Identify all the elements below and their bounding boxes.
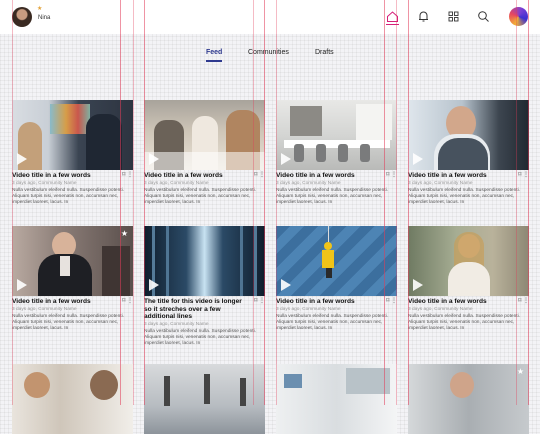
play-icon: [149, 279, 159, 291]
video-title: Video title in a few words: [144, 172, 223, 179]
video-description: Nulla vestibulum eleifend nulla. Suspend…: [144, 328, 256, 346]
play-icon: [281, 153, 291, 165]
star-icon: ★: [120, 229, 128, 238]
video-card-partial[interactable]: [144, 364, 265, 434]
video-title: Video title in a few words: [12, 298, 91, 305]
video-title: The title for this video is longer so it…: [144, 298, 242, 320]
play-icon: [281, 279, 291, 291]
bookmark-icon[interactable]: ⌑: [518, 298, 521, 304]
bookmark-icon[interactable]: ⌑: [518, 172, 521, 178]
video-meta: 3 days ago, Community Name: [144, 321, 209, 327]
video-description: Nulla vestibulum eleifend nulla. Suspend…: [144, 187, 256, 205]
video-meta: 3 days ago, Community Name: [408, 180, 473, 186]
video-meta: 3 days ago, Community Name: [276, 306, 341, 312]
video-thumbnail[interactable]: [276, 226, 397, 296]
video-description: Nulla vestibulum eleifend nulla. Suspend…: [408, 313, 520, 331]
search-icon[interactable]: [477, 10, 490, 23]
video-thumbnail[interactable]: [408, 100, 529, 170]
video-title: Video title in a few words: [12, 172, 91, 179]
more-vertical-icon[interactable]: ⋮: [127, 172, 133, 178]
bookmark-icon[interactable]: ⌑: [386, 298, 389, 304]
bookmark-icon[interactable]: ⌑: [122, 298, 125, 304]
video-card[interactable]: Video title in a few words ⌑ ⋮ 3 days ago…: [144, 100, 265, 206]
more-vertical-icon[interactable]: ⋮: [523, 298, 529, 304]
tab-communities[interactable]: Communities: [248, 49, 289, 56]
video-description: Nulla vestibulum eleifend nulla. Suspend…: [408, 187, 520, 205]
video-card[interactable]: The title for this video is longer so it…: [144, 226, 265, 347]
video-meta: 3 days ago, Community Name: [408, 306, 473, 312]
tab-feed[interactable]: Feed: [206, 49, 222, 56]
tab-active-underline: [206, 60, 222, 62]
video-thumbnail[interactable]: [276, 100, 397, 170]
star-icon: ★: [516, 367, 524, 376]
home-icon[interactable]: [386, 10, 399, 23]
video-title: Video title in a few words: [408, 298, 487, 305]
play-icon: [17, 153, 27, 165]
bell-icon[interactable]: [417, 10, 430, 23]
play-icon: [413, 279, 423, 291]
video-description: Nulla vestibulum eleifend nulla. Suspend…: [276, 313, 388, 331]
video-thumbnail[interactable]: ★: [408, 364, 529, 434]
bookmark-icon[interactable]: ⌑: [254, 298, 257, 304]
video-title: Video title in a few words: [408, 172, 487, 179]
play-icon: [17, 279, 27, 291]
video-thumbnail[interactable]: [408, 226, 529, 296]
video-card-partial[interactable]: [276, 364, 397, 434]
video-card-partial[interactable]: [12, 364, 133, 434]
more-vertical-icon[interactable]: ⋮: [391, 172, 397, 178]
video-meta: 3 days ago, Community Name: [276, 180, 341, 186]
video-thumbnail[interactable]: [144, 364, 265, 434]
video-title: Video title in a few words: [276, 298, 355, 305]
more-vertical-icon[interactable]: ⋮: [523, 172, 529, 178]
feed-tabs: Feed Communities Drafts: [0, 47, 540, 63]
play-icon: [149, 153, 159, 165]
grid-icon[interactable]: [447, 10, 460, 23]
video-card[interactable]: ★ Video title in a few words ⌑ ⋮ 3 days a…: [12, 226, 133, 332]
user-avatar[interactable]: [12, 7, 32, 27]
bookmark-icon[interactable]: ⌑: [254, 172, 257, 178]
video-card[interactable]: Video title in a few words ⌑ ⋮ 3 days ago…: [408, 100, 529, 206]
video-thumbnail[interactable]: [12, 100, 133, 170]
bookmark-icon[interactable]: ⌑: [122, 172, 125, 178]
more-vertical-icon[interactable]: ⋮: [127, 298, 133, 304]
video-card[interactable]: Video title in a few words ⌑ ⋮ 3 days ago…: [408, 226, 529, 332]
video-description: Nulla vestibulum eleifend nulla. Suspend…: [12, 187, 124, 205]
video-thumbnail[interactable]: [12, 364, 133, 434]
video-card[interactable]: Video title in a few words ⌑ ⋮ 3 days ago…: [276, 226, 397, 332]
user-name: Nina: [38, 15, 51, 21]
video-thumbnail[interactable]: [144, 226, 265, 296]
video-card[interactable]: Video title in a few words ⌑ ⋮ 3 days ago…: [276, 100, 397, 206]
top-bar: ★ Nina: [0, 0, 540, 34]
video-meta: 3 days ago, Community Name: [144, 180, 209, 186]
more-vertical-icon[interactable]: ⋮: [391, 298, 397, 304]
video-thumbnail[interactable]: ★: [12, 226, 133, 296]
video-thumbnail[interactable]: [144, 100, 265, 170]
video-title: Video title in a few words: [276, 172, 355, 179]
play-icon: [413, 153, 423, 165]
video-card[interactable]: Video title in a few words ⌑ ⋮ 3 days ago…: [12, 100, 133, 206]
more-vertical-icon[interactable]: ⋮: [259, 298, 265, 304]
profile-gradient-avatar[interactable]: [509, 7, 528, 26]
home-active-indicator: [386, 24, 399, 25]
tab-drafts[interactable]: Drafts: [315, 49, 334, 56]
video-card-partial[interactable]: ★: [408, 364, 529, 434]
video-meta: 3 days ago, Community Name: [12, 180, 77, 186]
video-thumbnail[interactable]: [276, 364, 397, 434]
more-vertical-icon[interactable]: ⋮: [259, 172, 265, 178]
star-icon: ★: [37, 6, 43, 12]
video-meta: 3 days ago, Community Name: [12, 306, 77, 312]
video-description: Nulla vestibulum eleifend nulla. Suspend…: [12, 313, 124, 331]
video-description: Nulla vestibulum eleifend nulla. Suspend…: [276, 187, 388, 205]
bookmark-icon[interactable]: ⌑: [386, 172, 389, 178]
